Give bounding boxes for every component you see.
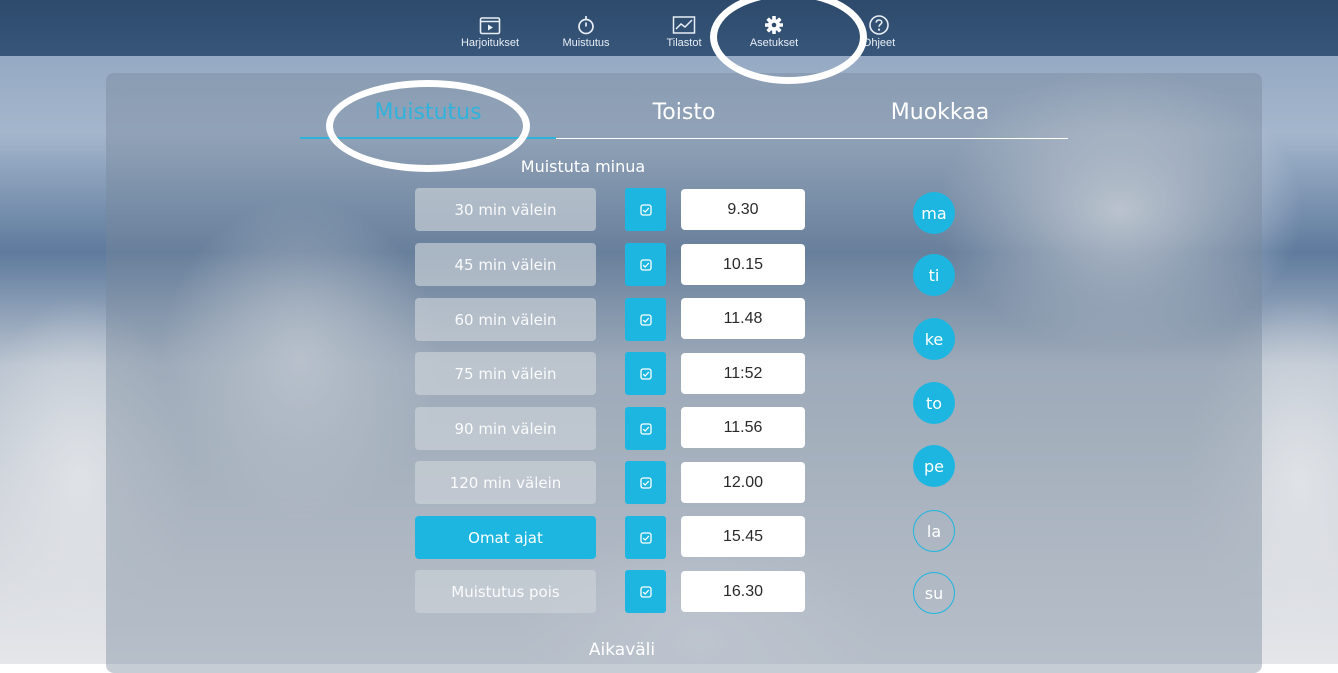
nav-ohjeet[interactable]: Ohjeet [856, 14, 902, 54]
tab-muokkaa[interactable]: Muokkaa [812, 100, 1068, 138]
nav-tilastot[interactable]: Tilastot [660, 14, 708, 54]
nav-label: Harjoitukset [460, 37, 520, 49]
time-checkbox[interactable] [625, 188, 666, 231]
day-toggle-su[interactable]: su [913, 572, 955, 614]
interval-30-button[interactable]: 30 min välein [415, 188, 596, 231]
checkbox-icon [639, 422, 652, 435]
day-toggle-ma[interactable]: ma [913, 192, 955, 234]
nav-label: Ohjeet [862, 37, 896, 49]
day-toggle-ti[interactable]: ti [913, 254, 955, 296]
nav-label: Muistutus [562, 37, 610, 49]
nav-label: Tilastot [666, 37, 702, 49]
gear-icon [764, 14, 784, 36]
time-checkbox[interactable] [625, 461, 666, 504]
time-field[interactable]: 11:52 [681, 353, 805, 394]
time-field[interactable]: 12.00 [681, 462, 805, 503]
interval-90-button[interactable]: 90 min välein [415, 407, 596, 450]
time-field[interactable]: 11.48 [681, 298, 805, 339]
tab-indicator-active [300, 137, 556, 139]
section-title: Muistuta minua [520, 157, 646, 176]
time-field[interactable]: 16.30 [681, 571, 805, 612]
checkbox-icon [639, 367, 652, 380]
time-checkbox[interactable] [625, 298, 666, 341]
interval-120-button[interactable]: 120 min välein [415, 461, 596, 504]
day-toggle-la[interactable]: la [913, 510, 955, 552]
nav-label: Asetukset [749, 37, 799, 49]
interval-75-button[interactable]: 75 min välein [415, 352, 596, 395]
tab-underline [556, 138, 1068, 139]
time-field[interactable]: 15.45 [681, 516, 805, 557]
checkbox-icon [639, 476, 652, 489]
interval-60-button[interactable]: 60 min välein [415, 298, 596, 341]
day-toggle-to[interactable]: to [913, 382, 955, 424]
nav-harjoitukset[interactable]: Harjoitukset [455, 14, 525, 54]
help-circle-icon [868, 14, 890, 36]
interval-45-button[interactable]: 45 min välein [415, 243, 596, 286]
stopwatch-icon [576, 14, 596, 36]
chart-icon [672, 14, 696, 36]
checkbox-icon [639, 313, 652, 326]
tab-toisto[interactable]: Toisto [556, 100, 812, 138]
footer-title: Aikaväli [588, 640, 656, 660]
checkbox-icon [639, 531, 652, 544]
time-checkbox[interactable] [625, 243, 666, 286]
checkbox-icon [639, 258, 652, 271]
custom-times-button[interactable]: Omat ajat [415, 516, 596, 559]
reminder-off-button[interactable]: Muistutus pois [415, 570, 596, 613]
time-checkbox[interactable] [625, 352, 666, 395]
nav-muistutus[interactable]: Muistutus [553, 14, 619, 54]
tab-muistutus[interactable]: Muistutus [300, 100, 556, 138]
checkbox-icon [639, 585, 652, 598]
time-field[interactable]: 11.56 [681, 407, 805, 448]
time-checkbox[interactable] [625, 570, 666, 613]
time-field[interactable]: 10.15 [681, 244, 805, 285]
nav-asetukset[interactable]: Asetukset [738, 14, 810, 54]
day-toggle-ke[interactable]: ke [913, 318, 955, 360]
play-box-icon [479, 14, 501, 36]
time-checkbox[interactable] [625, 516, 666, 559]
checkbox-icon [639, 203, 652, 216]
time-checkbox[interactable] [625, 407, 666, 450]
top-nav-bar: Harjoitukset Muistutus Tilastot Asetukse… [0, 0, 1338, 56]
day-toggle-pe[interactable]: pe [913, 445, 955, 487]
time-field[interactable]: 9.30 [681, 189, 805, 230]
